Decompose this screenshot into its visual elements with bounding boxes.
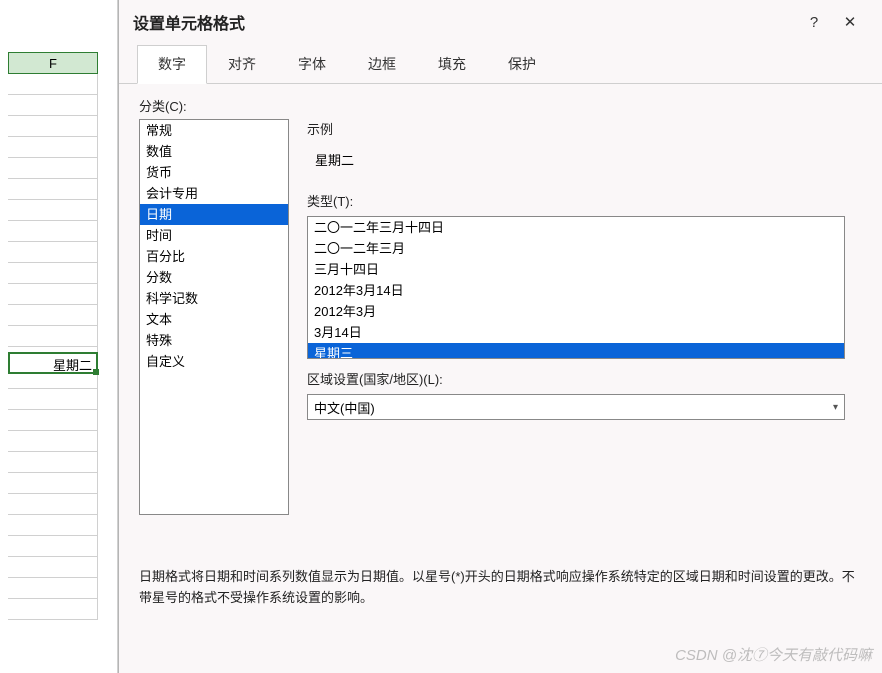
- tab-content: 分类(C): 常规 数值 货币 会计专用 日期 时间 百分比 分数 科学记数 文…: [119, 84, 882, 527]
- locale-group: 区域设置(国家/地区)(L): 中文(中国) ▾: [307, 369, 862, 420]
- sample-value: 星期二: [307, 144, 862, 181]
- type-label: 类型(T):: [307, 191, 862, 210]
- type-item[interactable]: 3月14日: [308, 322, 844, 343]
- category-item-currency[interactable]: 货币: [140, 162, 288, 183]
- cell[interactable]: [8, 410, 98, 431]
- category-item-accounting[interactable]: 会计专用: [140, 183, 288, 204]
- cell[interactable]: [8, 137, 98, 158]
- cell[interactable]: [8, 200, 98, 221]
- category-item-fraction[interactable]: 分数: [140, 267, 288, 288]
- cell[interactable]: [8, 557, 98, 578]
- category-item-special[interactable]: 特殊: [140, 330, 288, 351]
- tab-fill[interactable]: 填充: [417, 45, 487, 84]
- locale-dropdown[interactable]: 中文(中国) ▾: [307, 394, 845, 420]
- cell[interactable]: [8, 284, 98, 305]
- cell[interactable]: [8, 536, 98, 557]
- cell[interactable]: [8, 74, 98, 95]
- category-item-custom[interactable]: 自定义: [140, 351, 288, 372]
- fill-handle[interactable]: [93, 369, 99, 375]
- cell[interactable]: [8, 452, 98, 473]
- locale-label: 区域设置(国家/地区)(L):: [307, 369, 862, 388]
- cell[interactable]: [8, 326, 98, 347]
- category-item-scientific[interactable]: 科学记数: [140, 288, 288, 309]
- close-button[interactable]: ✕: [832, 4, 868, 40]
- locale-value: 中文(中国): [314, 398, 375, 417]
- active-cell[interactable]: 星期二: [8, 352, 98, 374]
- type-group: 类型(T): 二〇一二年三月十四日 二〇一二年三月 三月十四日 2012年3月1…: [307, 191, 862, 359]
- cell[interactable]: [8, 431, 98, 452]
- sample-group: 示例 星期二: [307, 119, 862, 181]
- type-listbox[interactable]: 二〇一二年三月十四日 二〇一二年三月 三月十四日 2012年3月14日 2012…: [307, 216, 845, 359]
- category-item-number[interactable]: 数值: [140, 141, 288, 162]
- category-item-percentage[interactable]: 百分比: [140, 246, 288, 267]
- help-button[interactable]: ?: [796, 4, 832, 40]
- dialog-title: 设置单元格格式: [133, 10, 245, 34]
- cell[interactable]: [8, 494, 98, 515]
- cell[interactable]: [8, 578, 98, 599]
- chevron-down-icon: ▾: [833, 402, 838, 413]
- tab-border[interactable]: 边框: [347, 45, 417, 84]
- format-description: 日期格式将日期和时间系列数值显示为日期值。以星号(*)开头的日期格式响应操作系统…: [139, 567, 862, 609]
- type-item[interactable]: 星期三: [308, 343, 844, 359]
- sample-label: 示例: [307, 119, 862, 138]
- cell[interactable]: [8, 242, 98, 263]
- cell[interactable]: [8, 263, 98, 284]
- type-item[interactable]: 2012年3月: [308, 301, 844, 322]
- cell[interactable]: [8, 221, 98, 242]
- tab-font[interactable]: 字体: [277, 45, 347, 84]
- active-cell-value: 星期二: [53, 358, 92, 373]
- cell[interactable]: [8, 389, 98, 410]
- column-header-f[interactable]: F: [8, 52, 98, 74]
- cell[interactable]: [8, 116, 98, 137]
- type-item[interactable]: 二〇一二年三月: [308, 238, 844, 259]
- tab-protection[interactable]: 保护: [487, 45, 557, 84]
- category-item-date[interactable]: 日期: [140, 204, 288, 225]
- cell[interactable]: [8, 95, 98, 116]
- category-label: 分类(C):: [139, 96, 862, 115]
- dialog-titlebar: 设置单元格格式 ? ✕: [119, 0, 882, 44]
- spreadsheet-backdrop: F 星期二: [0, 0, 118, 673]
- tab-number[interactable]: 数字: [137, 45, 207, 84]
- right-column: 示例 星期二 类型(T): 二〇一二年三月十四日 二〇一二年三月 三月十四日 2…: [307, 119, 862, 515]
- format-cells-dialog: 设置单元格格式 ? ✕ 数字 对齐 字体 边框 填充 保护 分类(C): 常规 …: [118, 0, 882, 673]
- cell[interactable]: [8, 515, 98, 536]
- cell-grid: [8, 74, 98, 620]
- cell[interactable]: [8, 473, 98, 494]
- close-icon: ✕: [844, 13, 857, 31]
- category-listbox[interactable]: 常规 数值 货币 会计专用 日期 时间 百分比 分数 科学记数 文本 特殊 自定…: [139, 119, 289, 515]
- category-item-general[interactable]: 常规: [140, 120, 288, 141]
- tab-alignment[interactable]: 对齐: [207, 45, 277, 84]
- category-item-text[interactable]: 文本: [140, 309, 288, 330]
- cell[interactable]: [8, 599, 98, 620]
- type-item[interactable]: 三月十四日: [308, 259, 844, 280]
- category-item-time[interactable]: 时间: [140, 225, 288, 246]
- cell[interactable]: [8, 305, 98, 326]
- cell[interactable]: [8, 179, 98, 200]
- tab-strip: 数字 对齐 字体 边框 填充 保护: [119, 44, 882, 84]
- type-item[interactable]: 2012年3月14日: [308, 280, 844, 301]
- type-item[interactable]: 二〇一二年三月十四日: [308, 217, 844, 238]
- cell[interactable]: [8, 158, 98, 179]
